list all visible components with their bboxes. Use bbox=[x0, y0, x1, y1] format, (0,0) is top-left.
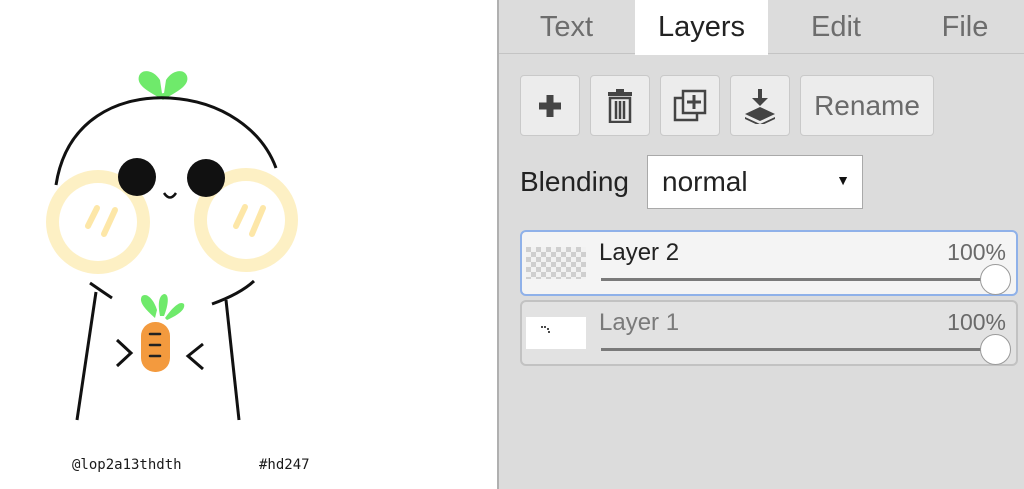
opacity-slider-track[interactable] bbox=[601, 278, 995, 281]
panel-tab-bar: Text Layers Edit File bbox=[499, 0, 1024, 55]
layer-name: Layer 2 bbox=[599, 239, 680, 266]
layer-item-1[interactable]: Layer 1 100% bbox=[520, 300, 1018, 366]
credit-handle: @lop2a13thdth bbox=[72, 457, 182, 473]
right-shoulder bbox=[211, 279, 256, 306]
opacity-slider-handle[interactable] bbox=[979, 264, 1011, 295]
left-shoulder bbox=[89, 281, 113, 300]
tab-edit[interactable]: Edit bbox=[768, 0, 904, 54]
chevron-down-icon: ▼ bbox=[836, 172, 850, 188]
layer-opacity-value: 100% bbox=[947, 309, 1006, 335]
credit-tag: #hd247 bbox=[259, 457, 310, 473]
delete-layer-button[interactable] bbox=[590, 75, 650, 136]
left-eye bbox=[118, 158, 156, 196]
carrot bbox=[140, 294, 185, 372]
left-hand bbox=[115, 338, 134, 368]
layers-panel: Text Layers Edit File Rename Blending no… bbox=[497, 0, 1024, 489]
character-illustration bbox=[46, 71, 298, 421]
merge-down-button[interactable] bbox=[730, 75, 790, 136]
layer-item-2[interactable]: Layer 2 100% bbox=[520, 230, 1018, 296]
duplicate-layer-icon bbox=[673, 89, 707, 121]
tab-text[interactable]: Text bbox=[499, 0, 634, 54]
opacity-slider-track[interactable] bbox=[601, 348, 995, 351]
blending-value: normal bbox=[662, 166, 748, 197]
drawing-canvas[interactable]: @lop2a13thdth #hd247 bbox=[0, 0, 497, 489]
mouth bbox=[162, 192, 178, 199]
merge-down-icon bbox=[745, 88, 775, 124]
trash-icon bbox=[608, 88, 632, 123]
layer-opacity-value: 100% bbox=[947, 239, 1006, 265]
right-eye bbox=[187, 159, 225, 197]
rename-layer-button[interactable]: Rename bbox=[800, 75, 934, 136]
add-layer-button[interactable] bbox=[520, 75, 580, 136]
head-sprout bbox=[138, 71, 188, 100]
tab-layers[interactable]: Layers bbox=[635, 0, 768, 55]
blending-select[interactable]: normal ▼ bbox=[647, 155, 863, 209]
opacity-slider-handle[interactable] bbox=[979, 334, 1011, 365]
left-body-line bbox=[75, 291, 98, 421]
tab-file[interactable]: File bbox=[904, 0, 1024, 54]
plus-icon bbox=[539, 94, 561, 117]
layer-thumbnail-drawing bbox=[526, 317, 586, 349]
right-hand bbox=[185, 342, 204, 371]
blending-label: Blending bbox=[520, 166, 629, 197]
duplicate-layer-button[interactable] bbox=[660, 75, 720, 136]
layer-name: Layer 1 bbox=[599, 309, 680, 336]
layer-thumbnail-checker bbox=[526, 247, 586, 279]
right-body-line bbox=[224, 299, 241, 421]
